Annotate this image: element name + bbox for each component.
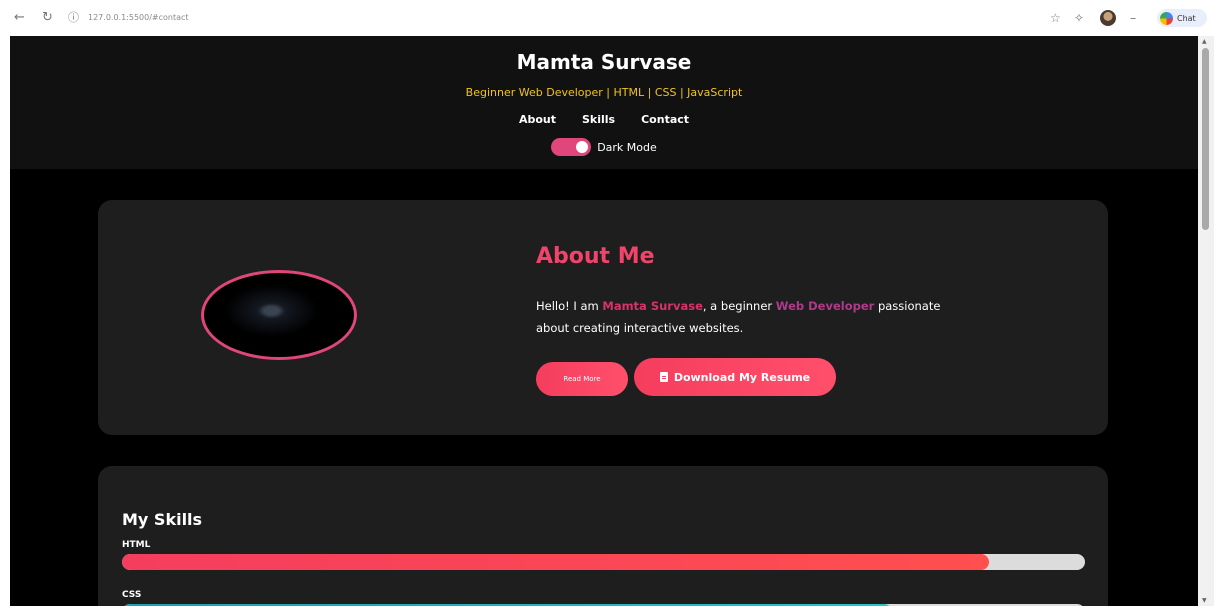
extensions-icon[interactable]: ✧ [1074,11,1084,25]
star-icon[interactable]: ☆ [1050,11,1061,25]
toggle-knob [576,141,589,153]
back-arrow-icon[interactable]: ← [14,11,25,25]
download-resume-button[interactable]: Download My Resume [634,358,836,396]
site-header: Mamta Survase Beginner Web Developer | H… [10,36,1198,169]
about-text-prefix: Hello! I am [536,299,603,313]
skill-bar-html [122,554,1085,570]
about-text-mid: , a beginner [702,299,776,313]
site-nav: About Skills Contact [10,113,1198,126]
dark-mode-toggle[interactable] [551,138,592,156]
avatar[interactable] [1100,10,1116,26]
scroll-thumb[interactable] [1202,48,1209,230]
about-text: Hello! I am Mamta Survase, a beginner We… [536,295,956,339]
highlight-role: Web Developer [775,299,875,313]
skill-label-html: HTML [122,540,151,550]
browser-toolbar: ← ↻ ⓘ 127.0.0.1:5500/#contact ☆ ✧ – Chat [0,0,1214,36]
info-icon[interactable]: ⓘ [68,11,79,25]
chat-label: Chat [1177,13,1196,23]
scrollbar[interactable]: ▲ ▼ [1198,36,1214,606]
skill-label-css: CSS [122,590,142,600]
site-title: Mamta Survase [516,50,692,74]
about-title: About Me [536,244,655,269]
download-resume-label: Download My Resume [673,370,811,384]
skill-bar-fill-html [122,554,989,570]
read-more-button[interactable]: Read More [536,362,628,396]
nav-contact[interactable]: Contact [641,113,689,126]
about-section: About Me Hello! I am Mamta Survase, a be… [98,200,1108,435]
scroll-down-icon[interactable]: ▼ [1202,597,1207,604]
skills-section: My Skills HTML CSS [98,466,1108,606]
address-bar[interactable]: 127.0.0.1:5500/#contact [88,13,189,22]
skills-title: My Skills [122,510,203,529]
dark-mode-toggle-row: Dark Mode [10,138,1198,156]
profile-picture [201,270,357,360]
highlight-name: Mamta Survase [602,299,703,313]
minimize-icon[interactable]: – [1130,11,1136,25]
nav-about[interactable]: About [519,113,556,126]
reload-icon[interactable]: ↻ [42,11,53,25]
chat-logo-icon [1160,11,1173,25]
page-viewport: Mamta Survase Beginner Web Developer | H… [10,36,1198,606]
dark-mode-label: Dark Mode [597,140,657,154]
chat-button[interactable]: Chat [1157,9,1207,27]
site-subtitle: Beginner Web Developer | HTML | CSS | Ja… [465,86,743,99]
document-icon [659,372,668,382]
nav-skills[interactable]: Skills [582,113,615,126]
scroll-up-icon[interactable]: ▲ [1202,38,1207,45]
